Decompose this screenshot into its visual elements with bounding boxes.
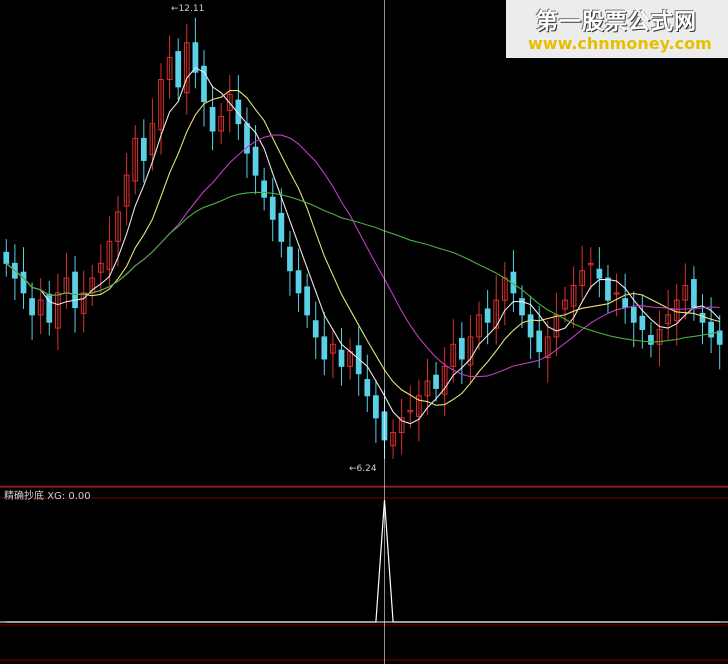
candle-body: [699, 312, 706, 323]
candle-body: [295, 270, 302, 294]
candle-body: [252, 146, 259, 176]
indicator-label: 精确抄底 XG: 0.00: [4, 487, 91, 502]
watermark-banner: 第一股票公式网 www.chnmoney.com: [506, 0, 728, 58]
low-price-label: ←6.24: [349, 464, 377, 474]
candle-body: [639, 315, 646, 331]
candlestick-series: [3, 17, 723, 459]
candle-body: [29, 298, 35, 316]
candle-body: [364, 379, 371, 397]
moving-average-lines: [5, 67, 721, 425]
grid-lines: [0, 485, 728, 661]
candle-body: [596, 268, 603, 279]
candle-body: [691, 279, 697, 309]
candle-body: [527, 314, 534, 338]
candle-body: [338, 349, 345, 367]
ma20-line: [5, 134, 720, 378]
candle-body: [278, 212, 285, 242]
candle-body: [269, 196, 276, 220]
candle-body: [622, 298, 629, 309]
candle-body: [433, 374, 439, 389]
candle-body: [209, 106, 216, 132]
watermark-url: www.chnmoney.com: [528, 34, 712, 53]
candle-body: [72, 271, 78, 309]
watermark-title: 第一股票公式网: [536, 10, 698, 35]
candle-body: [140, 137, 147, 161]
ma5-line: [5, 67, 721, 425]
candle-body: [536, 330, 543, 353]
candle-body: [20, 271, 27, 294]
candle-body: [716, 330, 723, 345]
candle-body: [287, 246, 293, 272]
indicator-signal-line: [6, 499, 720, 623]
indicator-panel: [0, 499, 728, 623]
candle-body: [373, 395, 379, 419]
candle-body: [175, 51, 182, 88]
candle-body: [304, 286, 310, 316]
candle-body: [312, 320, 319, 338]
high-price-label: ←12.11: [171, 4, 205, 14]
indicator-name: 精确抄底: [4, 491, 44, 502]
candle-body: [321, 336, 328, 360]
candle-body: [484, 308, 491, 323]
indicator-readout: XG: 0.00: [47, 491, 91, 502]
candle-body: [458, 337, 465, 360]
candle-body: [708, 321, 714, 338]
candle-body: [261, 180, 268, 198]
ma10-line: [5, 90, 720, 406]
candle-body: [3, 251, 10, 264]
candle-body: [648, 334, 654, 345]
kline-chart[interactable]: [0, 0, 728, 664]
candle-body: [630, 307, 637, 323]
candle-body: [605, 277, 611, 301]
